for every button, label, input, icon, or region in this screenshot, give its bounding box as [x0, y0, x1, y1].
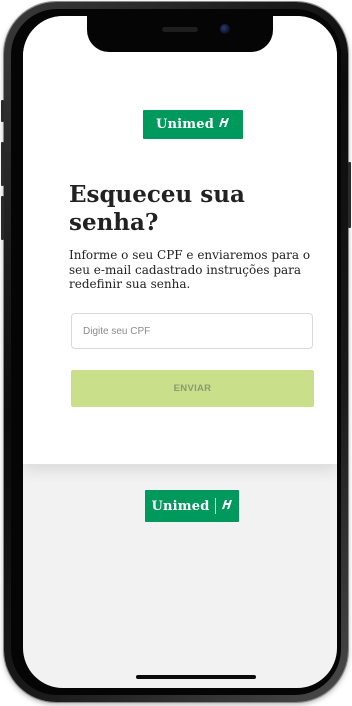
front-camera-icon [220, 24, 230, 34]
unimed-logo: Unimed [143, 110, 243, 139]
phone-screen: Unimed Esqueceu sua senha? Informe o seu… [23, 16, 337, 688]
volume-down-button [1, 196, 4, 240]
power-button [348, 162, 351, 228]
mute-switch [1, 100, 4, 122]
page-title-line-1: Esqueceu sua [69, 181, 245, 208]
footer-logo-divider [214, 498, 216, 514]
footer-unimed-tree-icon [221, 499, 233, 514]
footer-unimed-tree-svg [221, 499, 232, 509]
page-title-line-2: senha? [69, 209, 159, 236]
phone-notch [87, 16, 273, 52]
phone-frame: Unimed Esqueceu sua senha? Informe o seu… [1, 2, 351, 702]
page-title: Esqueceu sua senha? [69, 181, 309, 237]
unimed-tree-svg [219, 118, 230, 127]
footer-logo-text: Unimed [151, 498, 210, 514]
footer-unimed-logo: Unimed [145, 490, 239, 522]
send-button[interactable]: ENVIAR [71, 370, 314, 407]
cpf-input[interactable] [71, 313, 313, 349]
unimed-tree-icon [218, 117, 230, 132]
volume-up-button [1, 142, 4, 186]
forgot-password-card: Unimed Esqueceu sua senha? Informe o seu… [23, 16, 337, 464]
earpiece-speaker [162, 27, 198, 32]
page: Unimed Esqueceu sua senha? Informe o seu… [0, 0, 352, 706]
home-indicator[interactable] [136, 675, 256, 679]
instructions-text: Informe o seu CPF e enviaremos para o se… [69, 248, 311, 291]
logo-text: Unimed [155, 117, 215, 132]
